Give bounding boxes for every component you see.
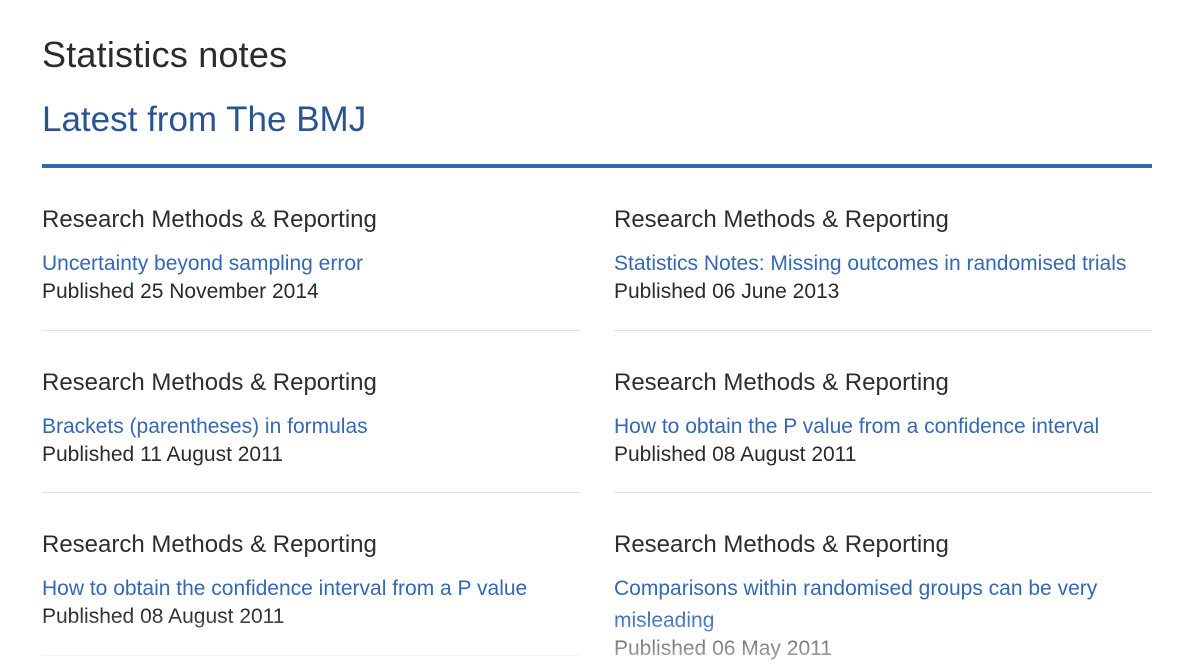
article-link[interactable]: Brackets (parentheses) in formulas <box>42 411 582 443</box>
article-column-left: Research Methods & Reporting Uncertainty… <box>42 168 580 656</box>
article-date: Published 08 August 2011 <box>614 442 857 466</box>
article-date: Published 08 August 2011 <box>42 605 285 628</box>
article-link[interactable]: How to obtain the P value from a confide… <box>614 411 1154 443</box>
article-link[interactable]: How to obtain the confidence interval fr… <box>42 573 582 605</box>
article-card: Research Methods & Reporting Uncertainty… <box>42 168 580 331</box>
article-link[interactable]: Comparisons within randomised groups can… <box>614 573 1134 637</box>
article-type: Research Methods & Reporting <box>614 368 949 396</box>
article-date: Published 06 May 2011 <box>614 637 832 660</box>
article-card: Research Methods & Reporting How to obta… <box>614 331 1154 493</box>
article-type: Research Methods & Reporting <box>614 206 949 233</box>
article-card: Research Methods & Reporting Statistics … <box>614 168 1152 331</box>
page-title: Statistics notes <box>42 34 288 75</box>
section-title: Latest from The BMJ <box>42 100 367 139</box>
article-date: Published 06 June 2013 <box>614 280 840 303</box>
article-link[interactable]: Uncertainty beyond sampling error <box>42 248 582 280</box>
article-card: Research Methods & Reporting Brackets (p… <box>42 331 582 493</box>
article-link[interactable]: Statistics Notes: Missing outcomes in ra… <box>614 248 1154 280</box>
article-date: Published 11 August 2011 <box>42 442 283 466</box>
article-card: Research Methods & Reporting Comparisons… <box>614 493 1152 672</box>
article-type: Research Methods & Reporting <box>614 531 949 558</box>
article-type: Research Methods & Reporting <box>42 531 377 558</box>
article-card: Research Methods & Reporting How to obta… <box>42 493 580 656</box>
article-column-right: Research Methods & Reporting Statistics … <box>614 168 1152 672</box>
article-date: Published 25 November 2014 <box>42 280 319 303</box>
article-type: Research Methods & Reporting <box>42 206 377 233</box>
article-type: Research Methods & Reporting <box>42 368 377 396</box>
